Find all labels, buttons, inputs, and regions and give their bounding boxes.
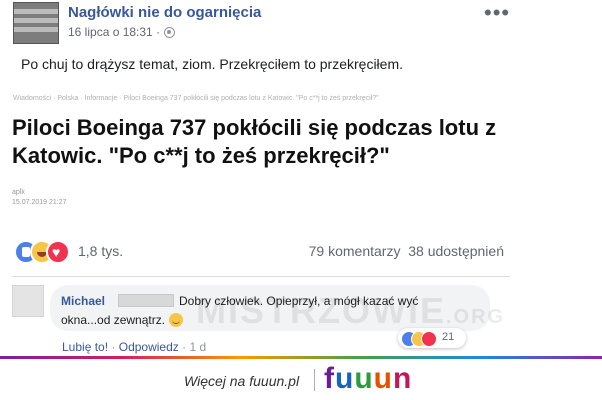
footer-separator	[314, 369, 315, 391]
watermark: MISTRZOWIE.ORG	[196, 290, 505, 332]
watermark-suffix: .ORG	[445, 306, 506, 328]
comments-shares: 79 komentarzy 38 udostępnień	[309, 243, 504, 259]
logo-letter: n	[392, 362, 413, 395]
footer-text[interactable]: Więcej na fuuun.pl	[184, 373, 299, 389]
fuuun-logo[interactable]: fuuun	[324, 362, 412, 396]
post-meta: 16 lipca o 18:31 ·	[68, 25, 176, 39]
page-avatar[interactable]	[13, 2, 59, 44]
logo-letter: f	[324, 362, 335, 395]
source-name: aplk	[12, 189, 25, 196]
redacted-surname	[118, 294, 174, 307]
separator: ·	[111, 340, 116, 354]
globe-icon	[164, 27, 176, 38]
shares-count-link[interactable]: 38 udostępnień	[408, 243, 504, 259]
article-source: aplk 15.07.2019 21:27	[12, 188, 67, 208]
logo-letter: u	[373, 362, 393, 395]
comment-text-line-2-text: okna...od zewnątrz.	[61, 313, 166, 327]
post-text: Po chuj to drążysz temat, ziom. Przekręc…	[21, 56, 404, 72]
comment-reaction-count: 21	[442, 331, 455, 343]
comments-count-link[interactable]: 79 komentarzy	[309, 243, 401, 259]
source-date: 15.07.2019 21:27	[12, 199, 67, 206]
logo-letter: u	[354, 362, 374, 395]
comment-reactions[interactable]: 21	[398, 328, 466, 348]
comment-time[interactable]: 1 d	[189, 340, 206, 354]
love-icon	[46, 240, 70, 264]
headline-line-2: Katowic. "Po c**j to żeś przekręcił?"	[12, 143, 390, 168]
headline-line-1: Piloci Boeinga 737 pokłócili się podczas…	[12, 115, 497, 140]
article-headline: Piloci Boeinga 737 pokłócili się podczas…	[12, 114, 572, 170]
like-comment-link[interactable]: Lubię to!	[62, 340, 108, 354]
divider	[12, 276, 510, 277]
logo-letter: u	[335, 362, 355, 395]
watermark-text: MISTRZOWIE	[196, 290, 446, 331]
page-name-link[interactable]: Nagłówki nie do ogarnięcia	[68, 4, 261, 21]
reactions-bar: 1,8 tys. 79 komentarzy 38 udostępnień	[14, 240, 504, 264]
love-icon	[421, 331, 437, 347]
smile-emoji-icon	[169, 313, 184, 327]
comment-avatar[interactable]	[12, 285, 44, 317]
more-dots-icon[interactable]: •••	[484, 0, 510, 26]
comment-text-line-2: okna...od zewnątrz.	[61, 313, 184, 327]
comment-author[interactable]: Michael	[61, 294, 105, 308]
article-breadcrumb: Wiadomości · Polska · Informacje · Piloc…	[13, 95, 379, 102]
reply-link[interactable]: Odpowiedz	[119, 340, 179, 354]
comment-actions: Lubię to! · Odpowiedz · 1 d	[62, 340, 206, 354]
reaction-count[interactable]: 1,8 tys.	[78, 243, 123, 259]
post-timestamp[interactable]: 16 lipca o 18:31 ·	[68, 25, 160, 39]
separator: ·	[182, 340, 187, 354]
footer-banner: Więcej na fuuun.pl fuuun	[0, 359, 602, 400]
facebook-post: Nagłówki nie do ogarnięcia 16 lipca o 18…	[0, 0, 602, 356]
